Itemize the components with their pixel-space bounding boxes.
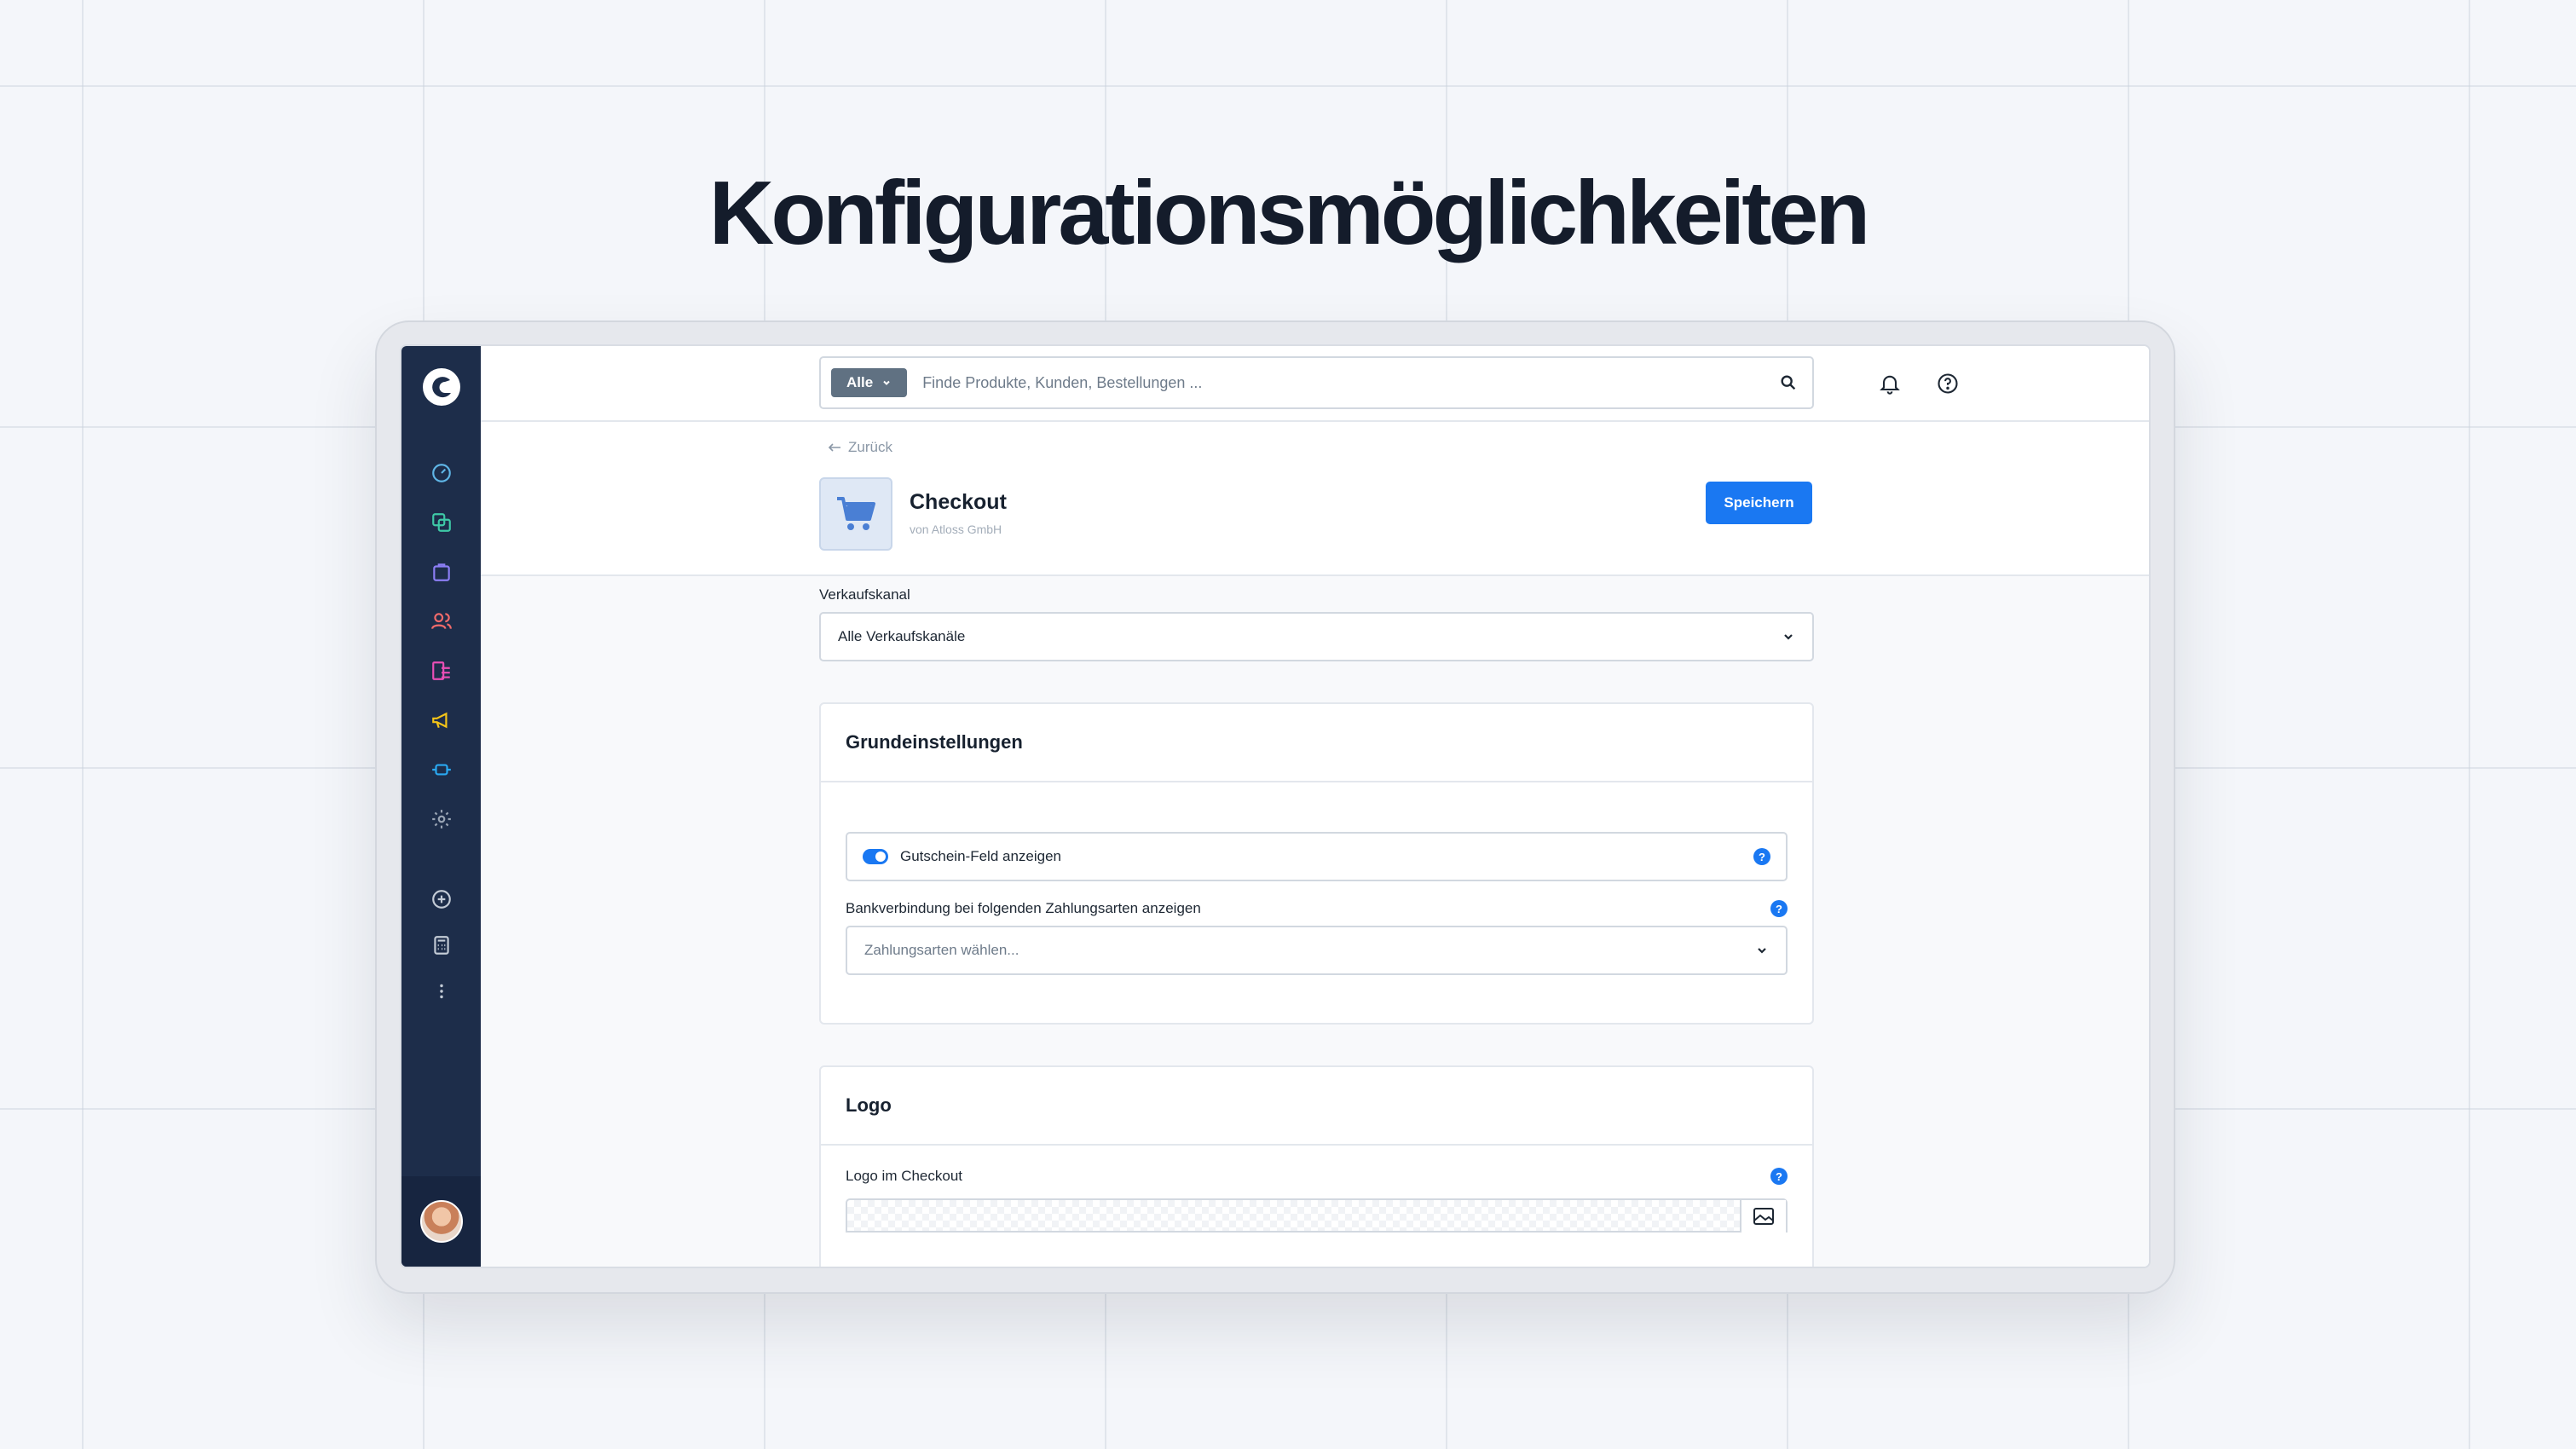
notifications-button[interactable] [1874, 368, 1905, 399]
logo-settings-body: Logo im Checkout ? [821, 1146, 1812, 1233]
extensions-icon [431, 764, 451, 776]
sidebar-nav [401, 448, 481, 1016]
voucher-field-setting: Gutschein-Feld anzeigen ? [846, 832, 1788, 881]
arrow-left-icon [828, 443, 840, 452]
voucher-field-label: Gutschein-Feld anzeigen [900, 848, 1062, 864]
logo-settings-title: Logo [821, 1067, 1812, 1146]
more-icon [439, 984, 443, 999]
chevron-down-icon [1784, 634, 1793, 640]
bell-icon [1880, 375, 1900, 395]
help-icon[interactable]: ? [1770, 900, 1788, 917]
image-icon [1753, 1208, 1774, 1225]
sales-channel-value: Alle Verkaufskanäle [838, 628, 966, 644]
customers-icon [430, 613, 452, 630]
chevron-down-icon [883, 380, 890, 385]
basic-settings-card: Grundeinstellungen Gutschein-Feld anzeig… [819, 702, 1814, 1025]
sidebar-item-more[interactable] [401, 967, 481, 1016]
back-label: Zurück [848, 439, 892, 455]
basic-settings-title: Grundeinstellungen [821, 704, 1812, 782]
logo-settings-card: Logo Logo im Checkout ? [819, 1065, 1814, 1267]
search-icon [1781, 375, 1796, 390]
help-center-button[interactable] [1932, 368, 1963, 399]
calculator-icon [433, 936, 449, 955]
avatar[interactable] [419, 1200, 463, 1243]
bank-details-row: Bankverbindung bei folgenden Zahlungsart… [846, 900, 1788, 917]
payment-methods-placeholder: Zahlungsarten wählen... [864, 942, 1019, 958]
dashboard-icon [431, 464, 451, 482]
sidebar-item-marketing[interactable] [401, 696, 481, 745]
sidebar-item-add[interactable] [401, 875, 481, 924]
sidebar-item-orders[interactable] [401, 547, 481, 597]
help-icon[interactable]: ? [1770, 1168, 1788, 1185]
checkout-logo-row: Logo im Checkout ? [846, 1168, 1788, 1185]
add-circle-icon [431, 890, 451, 909]
settings-icon [431, 810, 451, 828]
logo-upload-field[interactable] [846, 1198, 1788, 1233]
sales-channel-select[interactable]: Alle Verkaufskanäle [819, 612, 1814, 661]
orders-icon [432, 563, 450, 581]
app-icon [819, 477, 892, 551]
settings-content: Verkaufskanal Alle Verkaufskanäle Grunde… [819, 586, 1814, 1267]
topbar: Alle [481, 346, 2149, 422]
image-picker-button[interactable] [1740, 1200, 1786, 1233]
page-header: Zurück Checkout von Atloss GmbH Speicher… [481, 422, 2149, 576]
sidebar-item-settings[interactable] [401, 794, 481, 844]
back-link[interactable]: Zurück [828, 439, 892, 456]
voucher-field-toggle[interactable] [863, 849, 888, 864]
sidebar-item-customers[interactable] [401, 597, 481, 646]
sidebar-item-dashboard[interactable] [401, 448, 481, 498]
chevron-down-icon [1758, 948, 1766, 954]
catalog-icon [431, 513, 451, 532]
payment-methods-select[interactable]: Zahlungsarten wählen... [846, 926, 1788, 975]
sidebar-user [401, 1176, 481, 1267]
search-input[interactable] [922, 373, 1765, 392]
sidebar-item-extensions[interactable] [401, 745, 481, 794]
save-button[interactable]: Speichern [1706, 482, 1812, 524]
bank-details-label: Bankverbindung bei folgenden Zahlungsart… [846, 900, 1201, 916]
shopping-cart-icon [837, 497, 875, 530]
app-vendor: von Atloss GmbH [910, 522, 1002, 536]
sales-channel-label: Verkaufskanal [819, 586, 910, 603]
sidebar [401, 346, 481, 1267]
sidebar-item-content[interactable] [401, 646, 481, 696]
hero-title: Konfigurationsmöglichkeiten [708, 163, 1870, 263]
sidebar-item-catalog[interactable] [401, 498, 481, 547]
marketing-icon [431, 712, 447, 729]
search-type-label: Alle [846, 374, 874, 390]
help-circle-icon [1938, 373, 1958, 394]
page-title: Checkout [910, 490, 1007, 514]
shopware-logo-icon[interactable] [422, 368, 460, 406]
checkout-logo-label: Logo im Checkout [846, 1168, 963, 1184]
help-icon[interactable]: ? [1753, 848, 1770, 865]
search-type-select[interactable]: Alle [831, 368, 908, 397]
basic-settings-body: Gutschein-Feld anzeigen ? Bankverbindung… [821, 782, 1812, 1023]
admin-window: Alle Zurück [401, 346, 2149, 1267]
search-button[interactable] [1765, 359, 1812, 407]
global-search: Alle [819, 356, 1814, 409]
sidebar-item-calculator[interactable] [401, 924, 481, 967]
main-area: Alle Zurück [481, 346, 2149, 1267]
content-icon [431, 661, 450, 680]
